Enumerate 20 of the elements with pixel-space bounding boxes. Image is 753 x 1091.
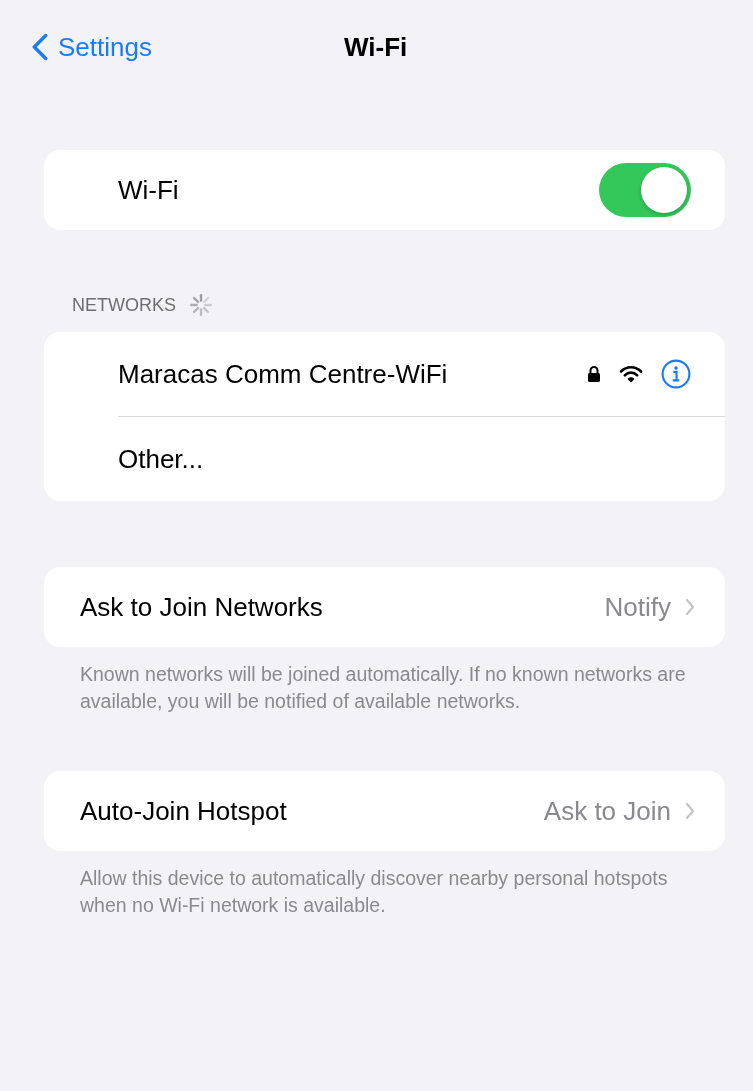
back-link[interactable]: Settings [32,31,152,63]
setting-label: Ask to Join Networks [80,591,323,623]
chevron-icon [685,598,695,616]
setting-description: Allow this device to automatically discover nearby personal hotspots when no Wi-Fi network is available. [80,866,669,918]
setting-label: Auto-Join Hotspot [80,795,287,827]
setting-value: Notify [604,591,671,623]
setting-row[interactable]: Auto-Join Hotspot Ask to Join [44,771,725,851]
other-network-link[interactable]: Other... [118,443,204,475]
setting-value: Ask to Join [543,795,671,827]
wifi-toggle[interactable] [599,163,691,217]
section-header: NETWORKS [72,294,176,316]
page-title: Wi-Fi [344,31,408,63]
network-name[interactable]: Maracas Comm Centre-WiFi [118,358,448,390]
setting-description: Known networks will be joined automatically. If no known networks are available, you will be notified of available networks. [80,662,687,714]
setting-row[interactable]: Ask to Join Networks Notify [44,567,725,647]
chevron-icon [685,802,695,820]
wifi-label: Wi-Fi [118,174,179,206]
wifi-signal-icon [619,365,643,383]
info-icon[interactable] [661,359,691,389]
back-chevron-icon [32,33,48,61]
